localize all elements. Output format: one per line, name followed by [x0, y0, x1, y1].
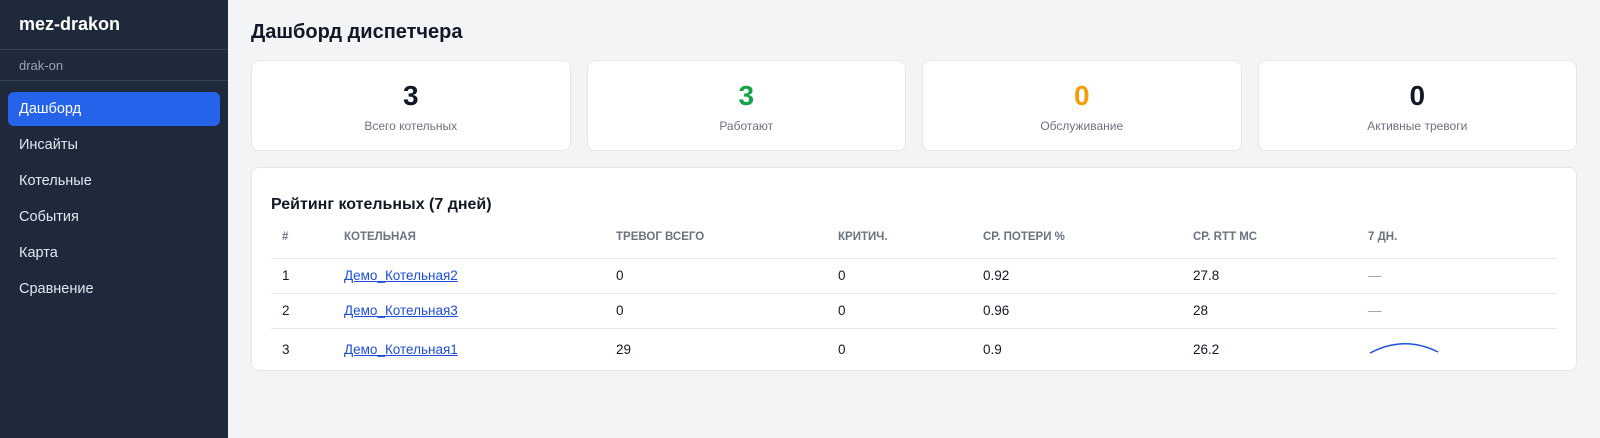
cell-rank: 2: [271, 293, 333, 329]
ranking-panel: Рейтинг котельных (7 дней) # Котельная Т…: [251, 167, 1577, 371]
cell-critical: 0: [827, 258, 972, 294]
stat-label: Обслуживание: [1040, 118, 1124, 133]
col-header-rank: #: [271, 222, 333, 259]
stat-card-working: 3 Работают: [586, 60, 906, 151]
stat-value: 3: [738, 79, 755, 111]
col-header-loss[interactable]: Ср. потери %: [972, 222, 1182, 259]
stat-value: 3: [402, 79, 419, 111]
stat-card-alarms: 0 Активные тревоги: [1257, 60, 1577, 151]
table-row: 1 Демо_Котельная2 0 0 0.92 27.8 —: [271, 258, 1557, 294]
cell-boiler: Демо_Котельная3: [333, 293, 605, 329]
cell-rtt: 27.8: [1182, 258, 1357, 294]
ranking-title: Рейтинг котельных (7 дней): [271, 196, 492, 213]
cell-rtt: 26.2: [1182, 328, 1357, 371]
boiler-link[interactable]: Демо_Котельная2: [344, 268, 458, 283]
stat-value: 0: [1073, 79, 1090, 111]
stat-card-maintenance: 0 Обслуживание: [922, 60, 1242, 151]
cell-loss: 0.96: [972, 293, 1182, 329]
cell-alarms: 0: [605, 258, 827, 294]
cell-loss: 0.9: [972, 328, 1182, 371]
stat-label: Всего котельных: [364, 118, 458, 133]
page-title: Дашборд диспетчера: [251, 20, 463, 43]
stat-label: Работают: [719, 118, 774, 133]
cell-rtt: 28: [1182, 293, 1357, 329]
stat-value: 0: [1409, 79, 1426, 111]
sidebar-item-boilers[interactable]: Котельные: [8, 164, 220, 198]
cell-trend: —: [1357, 258, 1557, 294]
col-header-rtt[interactable]: Ср. RTT мс: [1182, 222, 1357, 259]
cell-alarms: 29: [605, 328, 827, 371]
cell-loss: 0.92: [972, 258, 1182, 294]
cell-trend: —: [1357, 293, 1557, 329]
trend-sparkline: [1369, 342, 1439, 354]
boiler-link[interactable]: Демо_Котельная3: [344, 303, 458, 318]
sidebar-item-insights[interactable]: Инсайты: [8, 128, 220, 162]
app-name: mez-drakon: [0, 0, 228, 50]
main-content: Дашборд диспетчера 3 Всего котельных 3 Р…: [228, 0, 1600, 438]
col-header-alarms[interactable]: Тревог всего: [605, 222, 827, 259]
sidebar-nav: Дашборд Инсайты Котельные События Карта …: [0, 81, 228, 306]
boiler-link[interactable]: Демо_Котельная1: [344, 342, 458, 357]
stat-label: Активные тревоги: [1367, 118, 1468, 133]
cell-critical: 0: [827, 328, 972, 371]
cell-rank: 1: [271, 258, 333, 294]
col-header-trend: 7 дн.: [1357, 222, 1557, 259]
cell-boiler: Демо_Котельная2: [333, 258, 605, 294]
cell-rank: 3: [271, 328, 333, 371]
cell-alarms: 0: [605, 293, 827, 329]
table-row: 3 Демо_Котельная1 29 0 0.9 26.2: [271, 328, 1557, 371]
sidebar-item-dashboard[interactable]: Дашборд: [8, 92, 220, 126]
ranking-table: # Котельная Тревог всего Критич. Ср. пот…: [271, 222, 1557, 371]
cell-critical: 0: [827, 293, 972, 329]
cell-boiler: Демо_Котельная1: [333, 328, 605, 371]
sidebar-item-map[interactable]: Карта: [8, 236, 220, 270]
sidebar-item-compare[interactable]: Сравнение: [8, 272, 220, 306]
cell-trend: [1357, 328, 1557, 371]
sidebar-item-events[interactable]: События: [8, 200, 220, 234]
col-header-boiler[interactable]: Котельная: [333, 222, 605, 259]
app-subtitle: drak-on: [0, 50, 228, 81]
table-header-row: # Котельная Тревог всего Критич. Ср. пот…: [271, 222, 1557, 259]
table-row: 2 Демо_Котельная3 0 0 0.96 28 —: [271, 293, 1557, 329]
stat-card-total: 3 Всего котельных: [251, 60, 571, 151]
sidebar: mez-drakon drak-on Дашборд Инсайты Котел…: [0, 0, 228, 438]
stats-row: 3 Всего котельных 3 Работают 0 Обслужива…: [251, 60, 1577, 151]
col-header-critical[interactable]: Критич.: [827, 222, 972, 259]
